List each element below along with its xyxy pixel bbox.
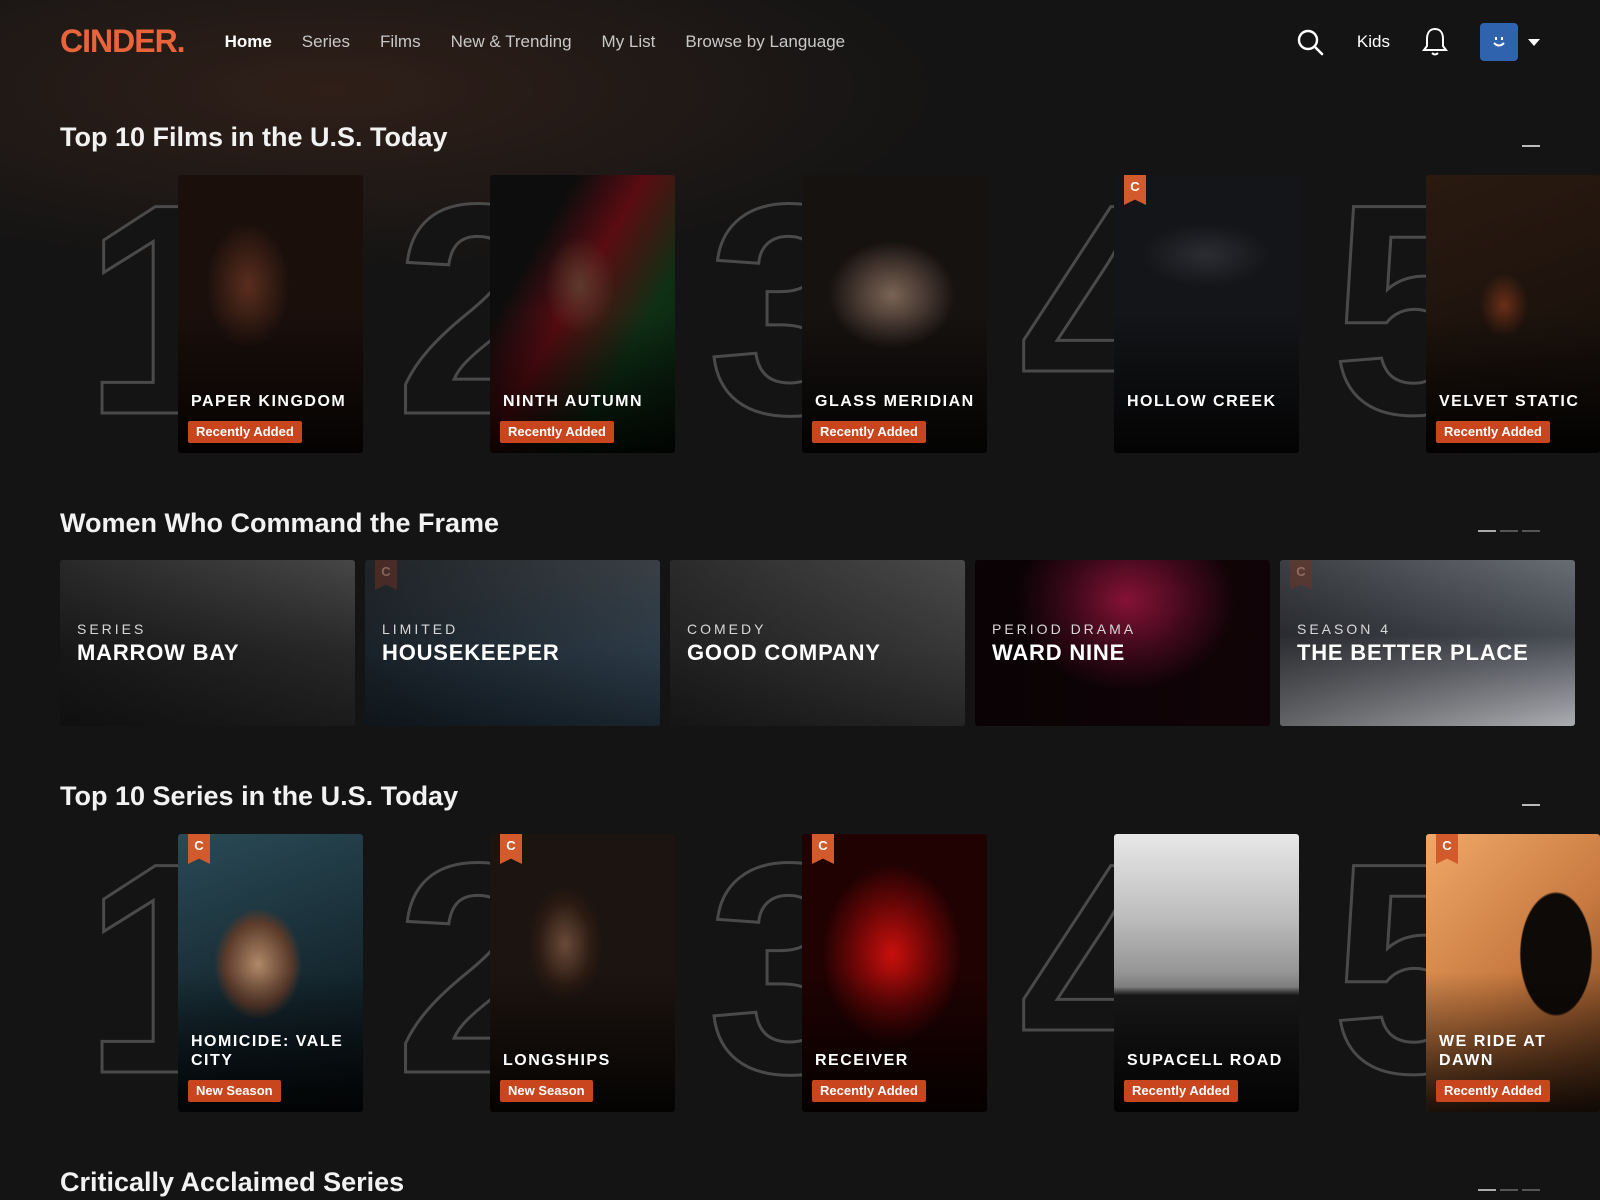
row-page-indicator [1522,145,1540,147]
avatar[interactable] [1480,23,1518,61]
card-title: WARD NINE [992,640,1126,665]
poster-title: LONGSHIPS [503,1052,611,1069]
top10-item: 2 NINTH AUTUMN Recently Added [372,175,675,459]
card-title: THE BETTER PLACE [1297,640,1529,665]
card-eyebrow: SERIES [77,621,147,637]
card-eyebrow: COMEDY [687,621,767,637]
poster-title: SUPACELL ROAD [1127,1052,1283,1069]
poster-velvet-static[interactable]: VELVET STATIC Recently Added [1426,175,1600,453]
poster-we-ride-at-dawn[interactable]: C WE RIDE AT DAWN Recently Added [1426,834,1600,1112]
card-title: HOUSEKEEPER [382,640,560,665]
card-good-company[interactable]: COMEDY GOOD COMPANY [670,560,965,726]
row-title-acclaimed: Critically Acclaimed Series [60,1167,405,1197]
poster-supacell-road[interactable]: SUPACELL ROAD Recently Added [1114,834,1299,1112]
top10-item: 2 C LONGSHIPS New Season [372,834,675,1118]
row-page-indicator [1478,530,1540,532]
card-housekeeper[interactable]: C LIMITED HOUSEKEEPER [365,560,660,726]
nav-item-films[interactable]: Films [380,32,421,52]
card-title: GOOD COMPANY [687,640,881,665]
card-eyebrow: PERIOD DRAMA [992,621,1137,637]
nav-item-home[interactable]: Home [225,32,272,52]
poster-hollow-creek[interactable]: C HOLLOW CREEK [1114,175,1299,453]
poster-shade [1114,313,1299,453]
top10-item: 5 C WE RIDE AT DAWN Recently Added [1308,834,1600,1118]
status-badge: Recently Added [1436,1080,1550,1102]
originals-flag: C [500,834,522,864]
nav-item-browse-by-language[interactable]: Browse by Language [685,32,845,52]
poster-title: VELVET STATIC [1439,393,1580,410]
top10-films-row: 1 PAPER KINGDOM Recently Added 2 NINTH A… [0,175,1600,459]
poster-paper-kingdom[interactable]: PAPER KINGDOM Recently Added [178,175,363,453]
header-actions: Kids [1295,23,1540,61]
status-badge: Recently Added [500,421,614,443]
status-badge: New Season [188,1080,281,1102]
poster-ninth-autumn[interactable]: NINTH AUTUMN Recently Added [490,175,675,453]
poster-homicide-vale-city[interactable]: C HOMICIDE: VALE CITY New Season [178,834,363,1112]
status-badge: Recently Added [188,421,302,443]
poster-title: HOMICIDE: VALE CITY [191,1033,344,1069]
row-page-indicator [1478,1189,1540,1191]
status-badge: New Season [500,1080,593,1102]
poster-glass-meridian[interactable]: GLASS MERIDIAN Recently Added [802,175,987,453]
row-title-top-films: Top 10 Films in the U.S. Today [60,122,448,152]
top10-item: 1 PAPER KINGDOM Recently Added [60,175,363,459]
status-badge: Recently Added [1124,1080,1238,1102]
top10-item: 4 C HOLLOW CREEK [996,175,1299,459]
top10-item: 3 GLASS MERIDIAN Recently Added [684,175,987,459]
nav-item-my-list[interactable]: My List [602,32,656,52]
top10-item: 3 C RECEIVER Recently Added [684,834,987,1118]
card-eyebrow: SEASON 4 [1297,621,1392,637]
main-nav: Home Series Films New & Trending My List… [225,32,846,52]
poster-title: PAPER KINGDOM [191,393,347,410]
card-marrow-bay[interactable]: SERIES MARROW BAY [60,560,355,726]
originals-flag: C [1436,834,1458,864]
poster-receiver[interactable]: C RECEIVER Recently Added [802,834,987,1112]
top10-series-row: 1 C HOMICIDE: VALE CITY New Season 2 C L… [0,834,1600,1118]
search-icon[interactable] [1295,27,1325,57]
poster-title: GLASS MERIDIAN [815,393,975,410]
chevron-down-icon[interactable] [1528,38,1540,46]
poster-title: WE RIDE AT DAWN [1439,1033,1547,1069]
originals-flag: C [1124,175,1146,205]
originals-flag: C [188,834,210,864]
row-title-women: Women Who Command the Frame [60,508,500,538]
card-ward-nine[interactable]: PERIOD DRAMA WARD NINE [975,560,1270,726]
row-title-top-series: Top 10 Series in the U.S. Today [60,781,459,811]
top10-item: 1 C HOMICIDE: VALE CITY New Season [60,834,363,1118]
status-badge: Recently Added [812,1080,926,1102]
women-row: SERIES MARROW BAY C LIMITED HOUSEKEEPER … [60,560,1600,726]
top10-item: 4 SUPACELL ROAD Recently Added [996,834,1299,1118]
row-page-indicator [1522,804,1540,806]
originals-flag: C [812,834,834,864]
poster-longships[interactable]: C LONGSHIPS New Season [490,834,675,1112]
nav-item-series[interactable]: Series [302,32,350,52]
poster-title: HOLLOW CREEK [1127,393,1277,410]
poster-title: NINTH AUTUMN [503,393,644,410]
poster-title: RECEIVER [815,1052,909,1069]
status-badge: Recently Added [812,421,926,443]
nav-item-new-trending[interactable]: New & Trending [451,32,572,52]
brand-logo[interactable]: CINDER. [60,23,186,60]
card-the-better-place[interactable]: C SEASON 4 THE BETTER PLACE [1280,560,1575,726]
top-navigation: CINDER. Home Series Films New & Trending… [0,0,1600,84]
bell-icon[interactable] [1420,27,1450,57]
kids-link[interactable]: Kids [1357,32,1390,52]
status-badge: Recently Added [1436,421,1550,443]
card-eyebrow: LIMITED [382,621,459,637]
top10-item: 5 VELVET STATIC Recently Added [1308,175,1600,459]
card-title: MARROW BAY [77,640,240,665]
